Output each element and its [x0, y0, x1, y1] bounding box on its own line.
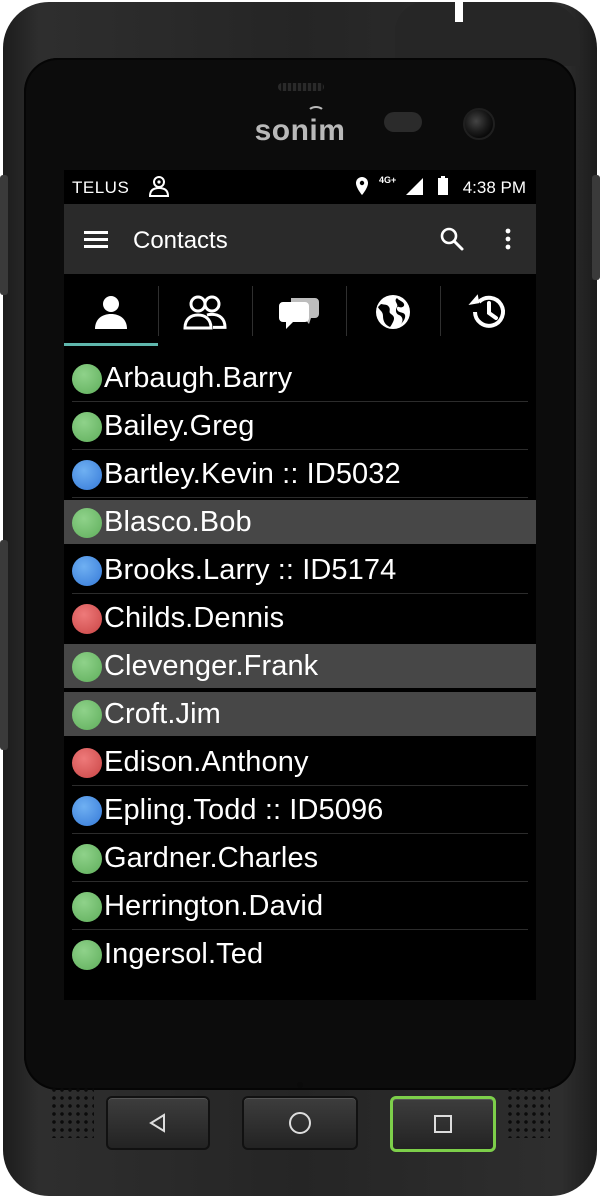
status-online-icon	[72, 508, 102, 538]
brand-logo: sonim	[254, 114, 346, 147]
list-item[interactable]: Herrington.David	[64, 884, 536, 930]
side-key-ptt[interactable]	[0, 540, 8, 750]
row-divider	[72, 881, 528, 882]
contact-name: Epling.Todd :: ID5096	[104, 794, 384, 826]
contact-name: Gardner.Charles	[104, 842, 319, 874]
status-online-icon	[72, 700, 102, 730]
network-type: 4G+	[379, 175, 397, 185]
list-item[interactable]: Bartley.Kevin :: ID5032	[64, 452, 536, 498]
row-divider	[72, 449, 528, 450]
side-key-left[interactable]	[0, 175, 8, 295]
contacts-tab-bar	[64, 276, 536, 348]
contact-name: Ingersol.Ted	[104, 938, 264, 970]
screen: TELUS 4G+ 4:38 PM Contacts Arbaugh.Barry…	[64, 170, 536, 1000]
side-key-right[interactable]	[592, 175, 600, 280]
list-item[interactable]: Clevenger.Frank	[64, 644, 536, 688]
contact-name: Childs.Dennis	[104, 602, 285, 634]
status-dispatch-icon	[72, 556, 102, 586]
carrier-label: TELUS	[72, 178, 130, 197]
contact-name: Bailey.Greg	[104, 410, 255, 442]
list-item[interactable]: Brooks.Larry :: ID5174	[64, 548, 536, 594]
list-item[interactable]: Childs.Dennis	[64, 596, 536, 640]
globe-icon	[376, 295, 410, 329]
speaker-grille-left	[50, 1086, 94, 1138]
tab-messages[interactable]	[252, 276, 346, 348]
row-divider	[72, 833, 528, 834]
battery-icon	[438, 176, 448, 195]
antenna-notch	[455, 2, 463, 22]
status-online-icon	[72, 940, 102, 970]
list-item[interactable]: Bailey.Greg	[64, 404, 536, 450]
microphone-hole	[297, 1082, 303, 1088]
recents-button[interactable]	[390, 1096, 496, 1152]
row-divider	[72, 401, 528, 402]
contact-name: Edison.Anthony	[104, 746, 309, 778]
history-icon	[468, 294, 505, 328]
list-item[interactable]: Gardner.Charles	[64, 836, 536, 882]
proximity-sensor	[384, 112, 422, 132]
tab-groups[interactable]	[158, 276, 252, 348]
contact-name: Brooks.Larry :: ID5174	[104, 554, 397, 586]
status-online-icon	[72, 892, 102, 922]
row-divider	[72, 593, 528, 594]
row-divider	[72, 785, 528, 786]
status-dispatch-icon	[72, 796, 102, 826]
group-icon	[183, 295, 227, 330]
chat-icon	[279, 298, 319, 329]
earpiece-grille	[278, 83, 324, 91]
home-icon	[289, 1112, 311, 1134]
front-camera	[463, 108, 495, 140]
back-icon	[149, 1113, 165, 1133]
list-item[interactable]: Epling.Todd :: ID5096	[64, 788, 536, 834]
row-divider	[72, 929, 528, 930]
list-item[interactable]: Ingersol.Ted	[64, 932, 536, 976]
row-divider	[72, 497, 528, 498]
antenna-housing	[395, 2, 580, 66]
list-item[interactable]: Arbaugh.Barry	[64, 356, 536, 402]
status-bar: TELUS 4G+ 4:38 PM	[64, 170, 536, 204]
contact-name: Arbaugh.Barry	[104, 362, 293, 394]
status-busy-icon	[72, 604, 102, 634]
contacts-group-icon	[148, 176, 170, 197]
list-item[interactable]: Edison.Anthony	[64, 740, 536, 786]
tab-selected-indicator	[64, 343, 158, 346]
contact-name: Clevenger.Frank	[104, 650, 319, 682]
speaker-grille-right	[506, 1086, 550, 1138]
contact-name: Herrington.David	[104, 890, 324, 922]
search-icon[interactable]	[432, 219, 472, 259]
contact-name: Blasco.Bob	[104, 506, 252, 538]
status-dispatch-icon	[72, 460, 102, 490]
hamburger-menu-icon[interactable]	[76, 219, 116, 259]
app-bar: Contacts	[64, 204, 536, 274]
signal-icon	[406, 178, 423, 195]
page-title: Contacts	[133, 227, 228, 254]
status-busy-icon	[72, 748, 102, 778]
tab-contacts[interactable]	[64, 276, 158, 348]
tab-recent[interactable]	[440, 276, 534, 348]
contact-name: Bartley.Kevin :: ID5032	[104, 458, 401, 490]
person-icon	[95, 296, 127, 329]
overflow-menu-icon[interactable]	[488, 219, 528, 259]
contact-list[interactable]: Arbaugh.Barry Bailey.Greg Bartley.Kevin …	[64, 356, 536, 996]
status-online-icon	[72, 652, 102, 682]
status-time: 4:38 PM	[462, 178, 526, 197]
location-icon	[356, 177, 368, 195]
contact-name: Croft.Jim	[104, 698, 221, 730]
list-item[interactable]: Croft.Jim	[64, 692, 536, 736]
status-online-icon	[72, 364, 102, 394]
status-online-icon	[72, 844, 102, 874]
back-button[interactable]	[106, 1096, 210, 1150]
recents-icon	[434, 1115, 452, 1133]
list-item[interactable]: Blasco.Bob	[64, 500, 536, 544]
tab-global[interactable]	[346, 276, 440, 348]
home-button[interactable]	[242, 1096, 358, 1150]
status-online-icon	[72, 412, 102, 442]
